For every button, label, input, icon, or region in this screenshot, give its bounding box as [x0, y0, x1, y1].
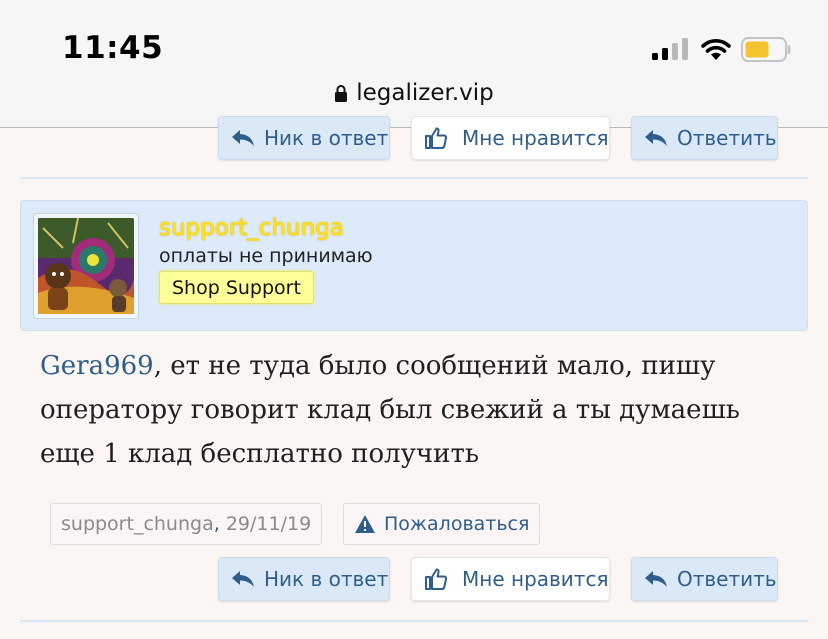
url-text: legalizer.vip: [356, 80, 494, 106]
user-banner: Shop Support: [159, 271, 314, 304]
reply-button[interactable]: Ответить: [631, 116, 778, 160]
reply-arrow-icon: [232, 571, 254, 587]
user-title: оплаты не принимаю: [159, 245, 373, 267]
battery-icon: [741, 37, 791, 62]
thumbs-up-icon: [425, 127, 448, 149]
lock-icon: [335, 85, 348, 102]
post-like-button[interactable]: Мне нравится: [411, 557, 610, 601]
meta-separator: ,: [213, 513, 220, 535]
cellular-signal-icon: [652, 38, 688, 60]
like-label: Мне нравится: [462, 567, 609, 591]
post-divider: [20, 177, 808, 179]
meta-date-link[interactable]: 29/11/19: [226, 513, 311, 535]
url-display[interactable]: legalizer.vip: [0, 80, 828, 106]
reply-label: Ответить: [677, 126, 777, 150]
thumbs-up-icon: [425, 568, 448, 590]
warning-icon: [355, 515, 375, 533]
report-label: Пожаловаться: [384, 513, 530, 535]
reply-nick-button[interactable]: Ник в ответ: [218, 116, 390, 160]
status-time: 11:45: [62, 30, 164, 66]
post-reply-nick-button[interactable]: Ник в ответ: [218, 557, 390, 601]
post-user-info: support_chunga оплаты не принимаю Shop S…: [20, 200, 808, 331]
wifi-icon: [701, 39, 731, 60]
like-label: Мне нравится: [462, 126, 609, 150]
username-link[interactable]: support_chunga: [159, 215, 344, 241]
avatar[interactable]: [38, 217, 134, 314]
report-button[interactable]: Пожаловаться: [343, 503, 541, 545]
post-reply-button[interactable]: Ответить: [631, 557, 778, 601]
reply-arrow-icon: [232, 130, 254, 146]
reply-arrow-icon: [645, 130, 667, 146]
post-divider: [20, 620, 808, 622]
reply-label: Ответить: [677, 567, 777, 591]
reply-arrow-icon: [645, 571, 667, 587]
post-message: Gera969, ет не туда было сообщений мало,…: [40, 344, 790, 476]
like-button[interactable]: Мне нравится: [411, 116, 610, 160]
reply-nick-label: Ник в ответ: [264, 126, 389, 150]
reply-nick-label: Ник в ответ: [264, 567, 389, 591]
mention-link[interactable]: Gera969: [40, 351, 154, 381]
post-meta: support_chunga, 29/11/19: [50, 503, 323, 545]
avatar-frame[interactable]: [33, 213, 139, 319]
meta-author-link[interactable]: support_chunga: [61, 513, 214, 535]
